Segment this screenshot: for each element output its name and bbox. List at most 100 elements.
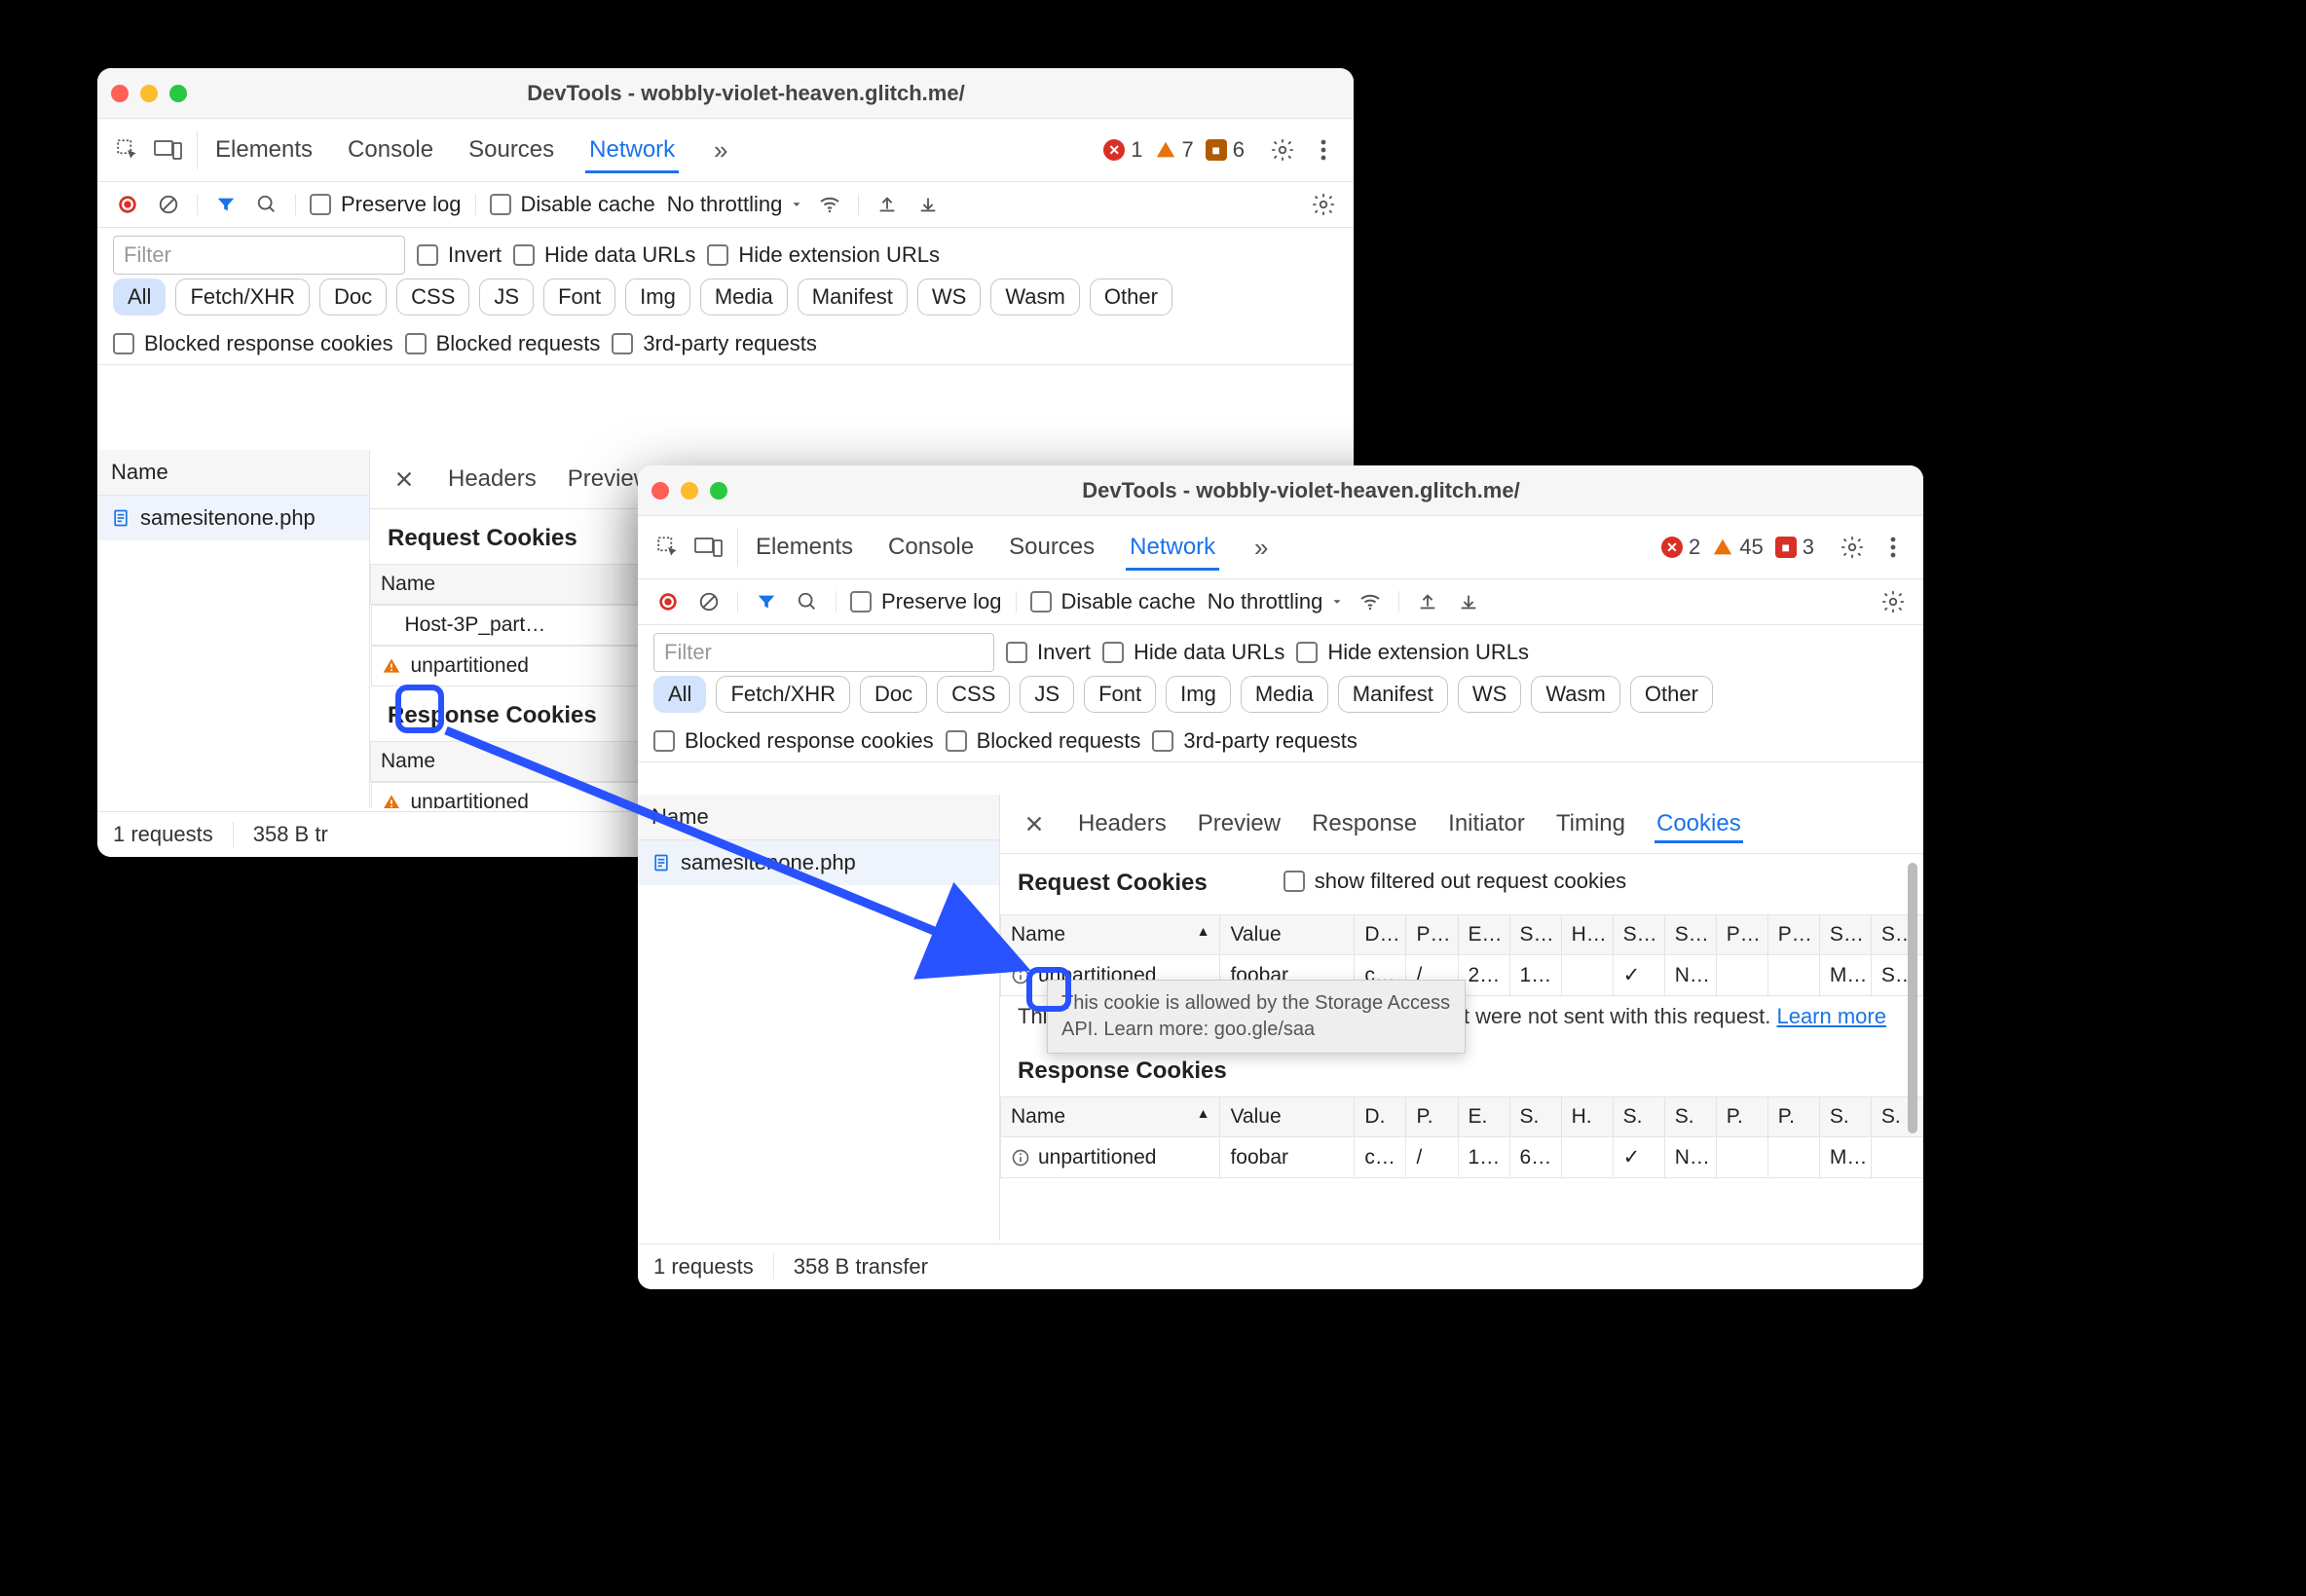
gear-icon[interactable] xyxy=(1268,135,1297,165)
chip-doc[interactable]: Doc xyxy=(860,676,927,713)
search-icon[interactable] xyxy=(252,190,281,219)
close-detail-icon[interactable] xyxy=(390,464,419,494)
chip-other[interactable]: Other xyxy=(1630,676,1713,713)
cookie-col[interactable]: P. xyxy=(1716,1097,1767,1137)
chip-wasm[interactable]: Wasm xyxy=(1531,676,1620,713)
hide-data-urls-checkbox[interactable]: Hide data URLs xyxy=(1102,640,1284,665)
warnings-badge[interactable]: 7 xyxy=(1155,137,1194,163)
third-party-requests-checkbox[interactable]: 3rd-party requests xyxy=(612,331,817,356)
cookie-col[interactable]: S. xyxy=(1613,1097,1664,1137)
more-tabs-icon[interactable] xyxy=(706,135,735,165)
close-detail-icon[interactable] xyxy=(1020,809,1049,838)
learn-more-link[interactable]: Learn more xyxy=(1776,1004,1886,1028)
window-minimize-button[interactable] xyxy=(140,85,158,102)
cookie-col[interactable]: S. xyxy=(1664,1097,1716,1137)
clear-icon[interactable] xyxy=(694,587,724,616)
blocked-requests-checkbox[interactable]: Blocked requests xyxy=(946,728,1141,754)
cookie-col-name[interactable]: Name▲ xyxy=(1001,915,1220,955)
detail-tab-initiator[interactable]: Initiator xyxy=(1446,804,1527,843)
device-toggle-icon[interactable] xyxy=(154,135,183,165)
warnings-badge[interactable]: 45 xyxy=(1712,535,1763,560)
chip-media[interactable]: Media xyxy=(700,278,788,315)
cookie-col[interactable]: E. xyxy=(1458,1097,1509,1137)
chip-js[interactable]: JS xyxy=(1020,676,1074,713)
cookie-col[interactable]: P… xyxy=(1716,915,1767,955)
cookie-col[interactable]: S… xyxy=(1613,915,1664,955)
cookie-col-value[interactable]: Value xyxy=(1220,1097,1355,1137)
tab-sources[interactable]: Sources xyxy=(465,127,558,173)
filter-input[interactable]: Filter xyxy=(653,633,994,672)
download-icon[interactable] xyxy=(913,190,943,219)
invert-checkbox[interactable]: Invert xyxy=(1006,640,1091,665)
chip-media[interactable]: Media xyxy=(1241,676,1328,713)
chip-font[interactable]: Font xyxy=(543,278,615,315)
cookie-col[interactable]: H. xyxy=(1561,1097,1613,1137)
chip-img[interactable]: Img xyxy=(625,278,690,315)
chip-manifest[interactable]: Manifest xyxy=(1338,676,1448,713)
chip-img[interactable]: Img xyxy=(1166,676,1231,713)
show-filtered-checkbox[interactable]: show filtered out request cookies xyxy=(1283,869,1626,894)
preserve-log-checkbox[interactable]: Preserve log xyxy=(310,192,462,217)
gear-icon[interactable] xyxy=(1838,533,1867,562)
filter-icon[interactable] xyxy=(211,190,241,219)
errors-badge[interactable]: ✕2 xyxy=(1661,535,1700,560)
clear-icon[interactable] xyxy=(154,190,183,219)
chip-fetchxhr[interactable]: Fetch/XHR xyxy=(716,676,850,713)
record-icon[interactable] xyxy=(653,587,683,616)
chip-font[interactable]: Font xyxy=(1084,676,1156,713)
more-tabs-icon[interactable] xyxy=(1246,533,1276,562)
download-icon[interactable] xyxy=(1454,587,1483,616)
column-header-name[interactable]: Name xyxy=(97,450,369,496)
filter-icon[interactable] xyxy=(752,587,781,616)
invert-checkbox[interactable]: Invert xyxy=(417,242,502,268)
tab-elements[interactable]: Elements xyxy=(752,524,857,571)
blocked-requests-checkbox[interactable]: Blocked requests xyxy=(405,331,601,356)
chip-other[interactable]: Other xyxy=(1090,278,1172,315)
column-header-name[interactable]: Name xyxy=(638,795,999,840)
wifi-icon[interactable] xyxy=(1356,587,1385,616)
window-close-button[interactable] xyxy=(651,482,669,500)
chip-manifest[interactable]: Manifest xyxy=(798,278,908,315)
cookie-col[interactable]: D… xyxy=(1355,915,1406,955)
chip-css[interactable]: CSS xyxy=(396,278,469,315)
detail-tab-timing[interactable]: Timing xyxy=(1554,804,1627,843)
scrollbar[interactable] xyxy=(1906,795,1919,1182)
wifi-icon[interactable] xyxy=(815,190,844,219)
upload-icon[interactable] xyxy=(873,190,902,219)
chip-ws[interactable]: WS xyxy=(917,278,981,315)
cookie-col[interactable]: P… xyxy=(1406,915,1458,955)
kebab-menu-icon[interactable] xyxy=(1878,533,1908,562)
disable-cache-checkbox[interactable]: Disable cache xyxy=(1030,589,1196,614)
window-maximize-button[interactable] xyxy=(710,482,727,500)
detail-tab-headers[interactable]: Headers xyxy=(446,460,539,499)
chip-all[interactable]: All xyxy=(653,676,706,713)
throttling-select[interactable]: No throttling xyxy=(667,192,804,217)
cookie-col-name[interactable]: Name▲ xyxy=(1001,1097,1220,1137)
throttling-select[interactable]: No throttling xyxy=(1208,589,1345,614)
record-icon[interactable] xyxy=(113,190,142,219)
cookie-col-value[interactable]: Value xyxy=(1220,915,1355,955)
cookie-col[interactable]: P… xyxy=(1767,915,1819,955)
detail-tab-cookies[interactable]: Cookies xyxy=(1655,804,1743,843)
third-party-requests-checkbox[interactable]: 3rd-party requests xyxy=(1152,728,1358,754)
chip-fetchxhr[interactable]: Fetch/XHR xyxy=(175,278,310,315)
blocked-response-cookies-checkbox[interactable]: Blocked response cookies xyxy=(653,728,934,754)
cookie-col[interactable]: S… xyxy=(1664,915,1716,955)
tab-elements[interactable]: Elements xyxy=(211,127,316,173)
tab-network[interactable]: Network xyxy=(585,127,679,173)
upload-icon[interactable] xyxy=(1413,587,1442,616)
window-maximize-button[interactable] xyxy=(169,85,187,102)
filter-input[interactable]: Filter xyxy=(113,236,405,275)
chip-doc[interactable]: Doc xyxy=(319,278,387,315)
tab-sources[interactable]: Sources xyxy=(1005,524,1098,571)
tab-console[interactable]: Console xyxy=(344,127,437,173)
search-icon[interactable] xyxy=(793,587,822,616)
cookie-col[interactable]: P. xyxy=(1767,1097,1819,1137)
device-toggle-icon[interactable] xyxy=(694,533,724,562)
chip-css[interactable]: CSS xyxy=(937,676,1010,713)
chip-js[interactable]: JS xyxy=(479,278,534,315)
cookie-col[interactable]: E… xyxy=(1458,915,1509,955)
tab-console[interactable]: Console xyxy=(884,524,978,571)
hide-extension-urls-checkbox[interactable]: Hide extension URLs xyxy=(1296,640,1529,665)
hide-data-urls-checkbox[interactable]: Hide data URLs xyxy=(513,242,695,268)
